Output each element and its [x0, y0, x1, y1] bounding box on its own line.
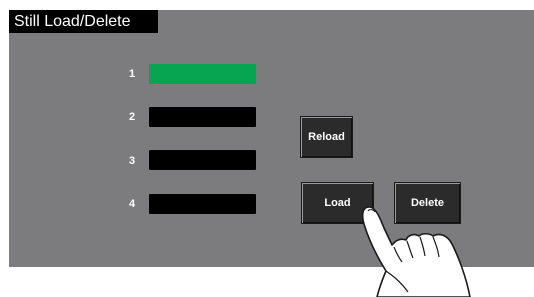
slot-number-2: 2 [128, 111, 136, 123]
slot-1[interactable] [149, 64, 256, 84]
slot-number-4: 4 [128, 198, 136, 210]
screen-title: Still Load/Delete [9, 10, 158, 33]
slot-number-1: 1 [128, 68, 136, 80]
load-button[interactable]: Load [301, 182, 374, 224]
slot-4[interactable] [149, 194, 256, 214]
slot-2[interactable] [149, 107, 256, 127]
slot-number-3: 3 [128, 155, 136, 167]
slot-3[interactable] [149, 150, 256, 170]
still-load-delete-panel: Still Load/Delete 1 2 3 4 Reload Load De… [9, 10, 534, 267]
reload-button[interactable]: Reload [300, 116, 353, 158]
delete-button[interactable]: Delete [394, 182, 461, 224]
